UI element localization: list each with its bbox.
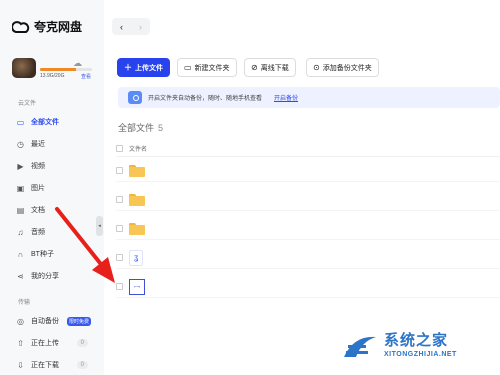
free-badge: 限时免费 [67, 316, 92, 326]
app-name: 夸克网盘 [34, 20, 83, 34]
notice-text: 开启文件夹自动备份，随时、随地手机查看 [148, 96, 263, 102]
folder-icon [129, 193, 145, 206]
folder-icon: ▭ [16, 117, 25, 127]
new-folder-label: 新建文件夹 [194, 64, 230, 72]
watermark-url: XITONGZHIJIA.NET [384, 351, 457, 358]
sidebar-item-label: 正在下载 [31, 362, 59, 369]
sidebar-item-label: 图片 [31, 185, 45, 192]
storage-progress-fill [40, 68, 77, 71]
upload-count: 0 [76, 339, 88, 347]
folder-icon [129, 222, 145, 235]
offline-download-button[interactable]: ⊘ 离线下载 [244, 58, 296, 77]
sidebar-item-label: 全部文件 [31, 119, 59, 126]
file-list-header: 文件名 [116, 141, 500, 157]
headphones-icon: ♫ [17, 227, 24, 237]
sidebar-item-documents[interactable]: ▤ 文档 [12, 201, 98, 219]
clock-icon: ◷ [17, 139, 24, 149]
row-checkbox[interactable] [116, 225, 123, 232]
sidebar: 夸克网盘 ☁ 13.9G/20G 查看 云文件 ▭ 全部文件 ◷ 最近 ▶ 视频… [0, 0, 104, 375]
document-icon: ▤ [16, 205, 25, 215]
storage-text: 13.9G/20G [40, 73, 65, 79]
watermark-title: 系统之家 [384, 332, 449, 349]
upload-button-label: 上传文件 [135, 64, 163, 72]
sidebar-item-video[interactable]: ▶ 视频 [12, 157, 98, 175]
sidebar-item-label: 自动备份 [31, 318, 59, 325]
forward-arrow-icon[interactable]: › [131, 18, 150, 35]
sidebar-item-label: 音频 [31, 229, 45, 236]
add-backup-label: 添加备份文件夹 [322, 64, 372, 72]
sidebar-item-auto-backup[interactable]: ◎ 自动备份 限时免费 [12, 312, 98, 330]
plus-icon: ＋ [124, 63, 132, 72]
watermark-logo-icon [344, 336, 376, 357]
all-files-heading: 全部文件 [118, 123, 155, 133]
sidebar-item-label: 我的分享 [31, 273, 59, 280]
quark-logo-icon [12, 20, 30, 33]
sidebar-item-images[interactable]: ▣ 图片 [12, 179, 98, 197]
download-count: 0 [76, 361, 88, 369]
sidebar-item-label: BT种子 [31, 251, 54, 258]
sidebar-item-all-files[interactable]: ▭ 全部文件 [12, 113, 98, 131]
file-count: 5 [158, 123, 164, 133]
sidebar-item-label: 正在上传 [31, 340, 59, 347]
backup-icon: ◎ [17, 316, 24, 326]
table-row[interactable] [116, 189, 500, 211]
table-row[interactable]: ⌐¬ [116, 276, 500, 298]
backup-notice-banner: 开启文件夹自动备份，随时、随地手机查看 开启备份 [118, 87, 500, 108]
row-checkbox[interactable] [116, 196, 123, 203]
section-transfer: 传输 [18, 300, 31, 306]
add-backup-folder-button[interactable]: ⊙ 添加备份文件夹 [306, 58, 379, 77]
sidebar-item-label: 最近 [31, 141, 45, 148]
document-file-icon: ʓ [129, 249, 143, 266]
magnet-icon: ∩ [17, 249, 24, 259]
back-arrow-icon[interactable]: ‹ [112, 18, 131, 35]
new-folder-button[interactable]: ▭ 新建文件夹 [177, 58, 237, 77]
history-nav: ‹ › [112, 18, 150, 35]
sidebar-item-audio[interactable]: ♫ 音频 [12, 223, 98, 241]
backup-icon: ⊙ [313, 63, 320, 72]
column-filename[interactable]: 文件名 [129, 144, 147, 153]
table-row[interactable] [116, 160, 500, 182]
sidebar-item-bt[interactable]: ∩ BT种子 [12, 245, 98, 263]
storage-progress [40, 68, 92, 71]
upload-icon: ⇧ [17, 338, 24, 348]
sidebar-item-my-share[interactable]: ⋖ 我的分享 [12, 267, 98, 285]
sidebar-item-recent[interactable]: ◷ 最近 [12, 135, 98, 153]
backup-camera-icon [128, 91, 142, 104]
file-list-title: 全部文件 5 [118, 121, 163, 134]
app-logo[interactable]: 夸克网盘 [12, 18, 82, 35]
folder-icon [129, 164, 145, 177]
sidebar-item-label: 文档 [31, 207, 45, 214]
table-row[interactable] [116, 218, 500, 240]
row-checkbox[interactable] [116, 254, 123, 261]
magnet-icon: ⊘ [251, 63, 258, 72]
folder-add-icon: ▭ [184, 63, 192, 72]
sidebar-item-downloading[interactable]: ⇩ 正在下载 0 [12, 356, 98, 374]
sidebar-item-label: 视频 [31, 163, 45, 170]
sidebar-item-uploading[interactable]: ⇧ 正在上传 0 [12, 334, 98, 352]
enable-backup-link[interactable]: 开启备份 [274, 93, 298, 102]
image-thumbnail-icon: ⌐¬ [129, 278, 145, 295]
offline-download-label: 离线下载 [260, 64, 289, 72]
row-checkbox[interactable] [116, 167, 123, 174]
avatar[interactable] [12, 58, 36, 78]
upload-button[interactable]: ＋ 上传文件 [117, 58, 170, 77]
download-icon: ⇩ [17, 360, 24, 370]
select-all-checkbox[interactable] [116, 145, 123, 152]
sidebar-collapse-handle[interactable]: ◂ [96, 216, 103, 236]
row-checkbox[interactable] [116, 283, 123, 290]
section-cloud-files: 云文件 [18, 101, 37, 107]
share-icon: ⋖ [17, 271, 24, 281]
storage-view-link[interactable]: 查看 [81, 73, 91, 80]
image-icon: ▣ [16, 183, 25, 193]
video-icon: ▶ [17, 161, 24, 171]
watermark: 系统之家 XITONGZHIJIA.NET [340, 323, 500, 375]
table-row[interactable]: ʓ [116, 247, 500, 269]
